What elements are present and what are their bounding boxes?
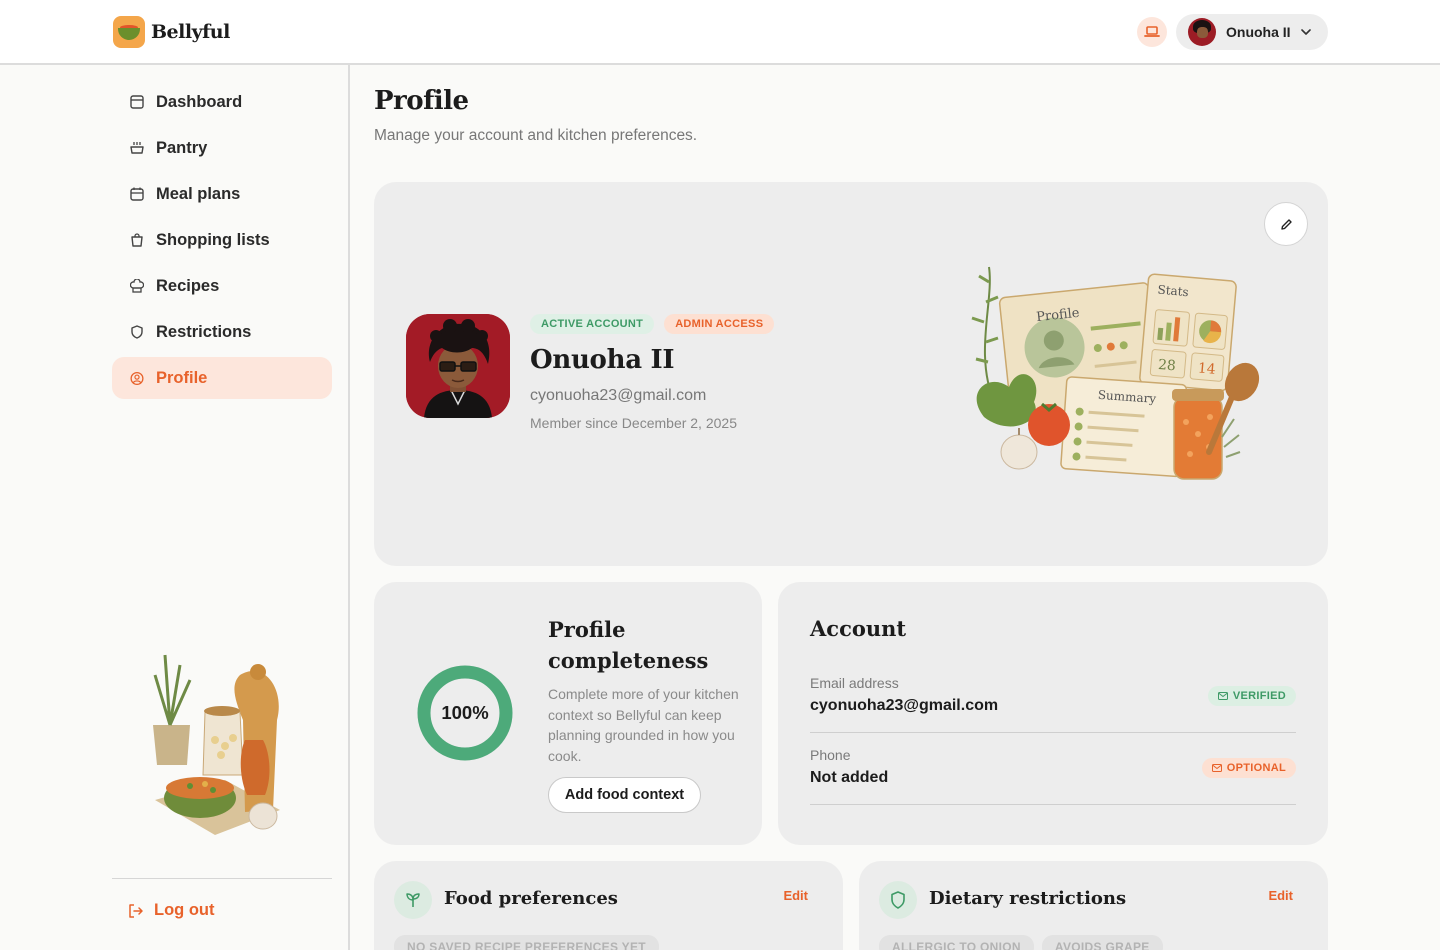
shield-icon [130, 325, 144, 339]
email-status: VERIFIED [1232, 690, 1286, 702]
sidebar-item-restrictions[interactable]: Restrictions [112, 311, 332, 353]
field-divider [810, 732, 1296, 733]
sidebar-item-profile[interactable]: Profile [112, 357, 332, 399]
preference-tag: NO SAVED RECIPE PREFERENCES YET [394, 935, 659, 950]
phone-value: Not added [810, 769, 889, 786]
sidebar-item-label: Profile [156, 368, 208, 387]
edit-dietary-restrictions-link[interactable]: Edit [1268, 888, 1293, 903]
phone-status: OPTIONAL [1226, 762, 1286, 774]
food-preferences-card: Food preferences Edit NO SAVED RECIPE PR… [374, 861, 843, 950]
sprout-icon [394, 881, 432, 919]
sidebar-item-label: Pantry [156, 138, 208, 157]
sidebar-item-shopping-lists[interactable]: Shopping lists [112, 219, 332, 261]
dietary-restrictions-card: Dietary restrictions Edit ALLERGIC TO ON… [859, 861, 1328, 950]
email-verified-badge: VERIFIED [1207, 686, 1296, 706]
restriction-tag: ALLERGIC TO ONION [879, 935, 1034, 950]
chevron-down-icon [1300, 29, 1311, 35]
pencil-icon [1280, 218, 1292, 230]
sidebar-item-dashboard[interactable]: Dashboard [112, 81, 332, 123]
calendar-icon [130, 187, 144, 201]
profile-stats-illustration: Profile Stats 28 14 Summary [971, 266, 1260, 480]
sidebar-item-label: Meal plans [156, 184, 241, 203]
chef-hat-icon [130, 279, 144, 293]
sidebar-item-pantry[interactable]: Pantry [112, 127, 332, 169]
profile-email: cyonuoha23@gmail.com [530, 387, 707, 404]
profile-completeness-card: 100% Profile completeness Complete more … [374, 582, 762, 845]
account-badges: ACTIVE ACCOUNT ADMIN ACCESS [530, 314, 775, 334]
laptop-icon [1144, 26, 1160, 37]
sidebar-item-label: Dashboard [156, 92, 243, 111]
email-label: Email address [810, 675, 899, 691]
sidebar-divider [112, 878, 332, 879]
illustration-stats-label: Stats [1157, 283, 1189, 300]
illustration-stat-b: 14 [1197, 360, 1216, 377]
bellyful-logo-icon [113, 16, 145, 48]
sidebar-item-label: Restrictions [156, 322, 252, 341]
sidebar-item-label: Recipes [156, 276, 220, 295]
active-account-badge: ACTIVE ACCOUNT [530, 314, 655, 334]
logout-label: Log out [154, 901, 215, 919]
completeness-title: Profile completeness [548, 617, 709, 673]
shopping-bag-icon [130, 233, 144, 247]
completeness-description: Complete more of your kitchen context so… [548, 686, 739, 764]
pot-icon [130, 141, 144, 155]
sidebar: Dashboard Pantry Meal plans Shopping lis… [0, 65, 350, 950]
logout-button[interactable]: Log out [128, 901, 214, 920]
user-menu-button[interactable]: Onuoha II [1176, 14, 1328, 50]
profile-avatar [406, 314, 510, 418]
dashboard-icon [130, 95, 144, 109]
profile-name: Onuoha II [530, 345, 675, 375]
completeness-percent: 100% [441, 702, 489, 723]
add-food-context-button[interactable]: Add food context [548, 777, 701, 813]
account-title: Account [810, 616, 907, 641]
user-name: Onuoha II [1226, 24, 1291, 40]
food-preferences-title: Food preferences [444, 888, 618, 909]
phone-optional-badge: OPTIONAL [1201, 758, 1296, 778]
shield-icon [879, 881, 917, 919]
edit-profile-button[interactable] [1264, 202, 1308, 246]
profile-hero-card: ACTIVE ACCOUNT ADMIN ACCESS Onuoha II cy… [374, 182, 1328, 566]
mail-icon [1211, 764, 1222, 772]
screen-toggle-button[interactable] [1137, 17, 1167, 47]
brand[interactable]: Bellyful [113, 16, 230, 48]
edit-food-preferences-link[interactable]: Edit [783, 888, 808, 903]
restriction-tag: AVOIDS GRAPE [1041, 935, 1163, 950]
sidebar-item-recipes[interactable]: Recipes [112, 265, 332, 307]
user-circle-icon [130, 371, 144, 385]
field-divider [810, 804, 1296, 805]
dietary-restrictions-title: Dietary restrictions [929, 888, 1127, 909]
page-subtitle: Manage your account and kitchen preferen… [374, 127, 698, 144]
brand-name: Bellyful [151, 21, 230, 43]
sidebar-item-meal-plans[interactable]: Meal plans [112, 173, 332, 215]
sidebar-item-label: Shopping lists [156, 230, 270, 249]
kitchen-illustration [153, 654, 280, 835]
page-title: Profile [374, 86, 469, 116]
phone-label: Phone [810, 747, 851, 763]
email-value: cyonuoha23@gmail.com [810, 697, 999, 714]
illustration-stat-a: 28 [1157, 357, 1176, 374]
admin-access-badge: ADMIN ACCESS [664, 314, 775, 334]
top-bar: Bellyful Onuoha II [0, 0, 1440, 65]
mail-icon [1217, 692, 1228, 700]
logout-icon [129, 903, 143, 918]
member-since: Member since December 2, 2025 [530, 415, 737, 431]
avatar [1188, 18, 1216, 46]
account-card: Account Email address cyonuoha23@gmail.c… [778, 582, 1328, 845]
